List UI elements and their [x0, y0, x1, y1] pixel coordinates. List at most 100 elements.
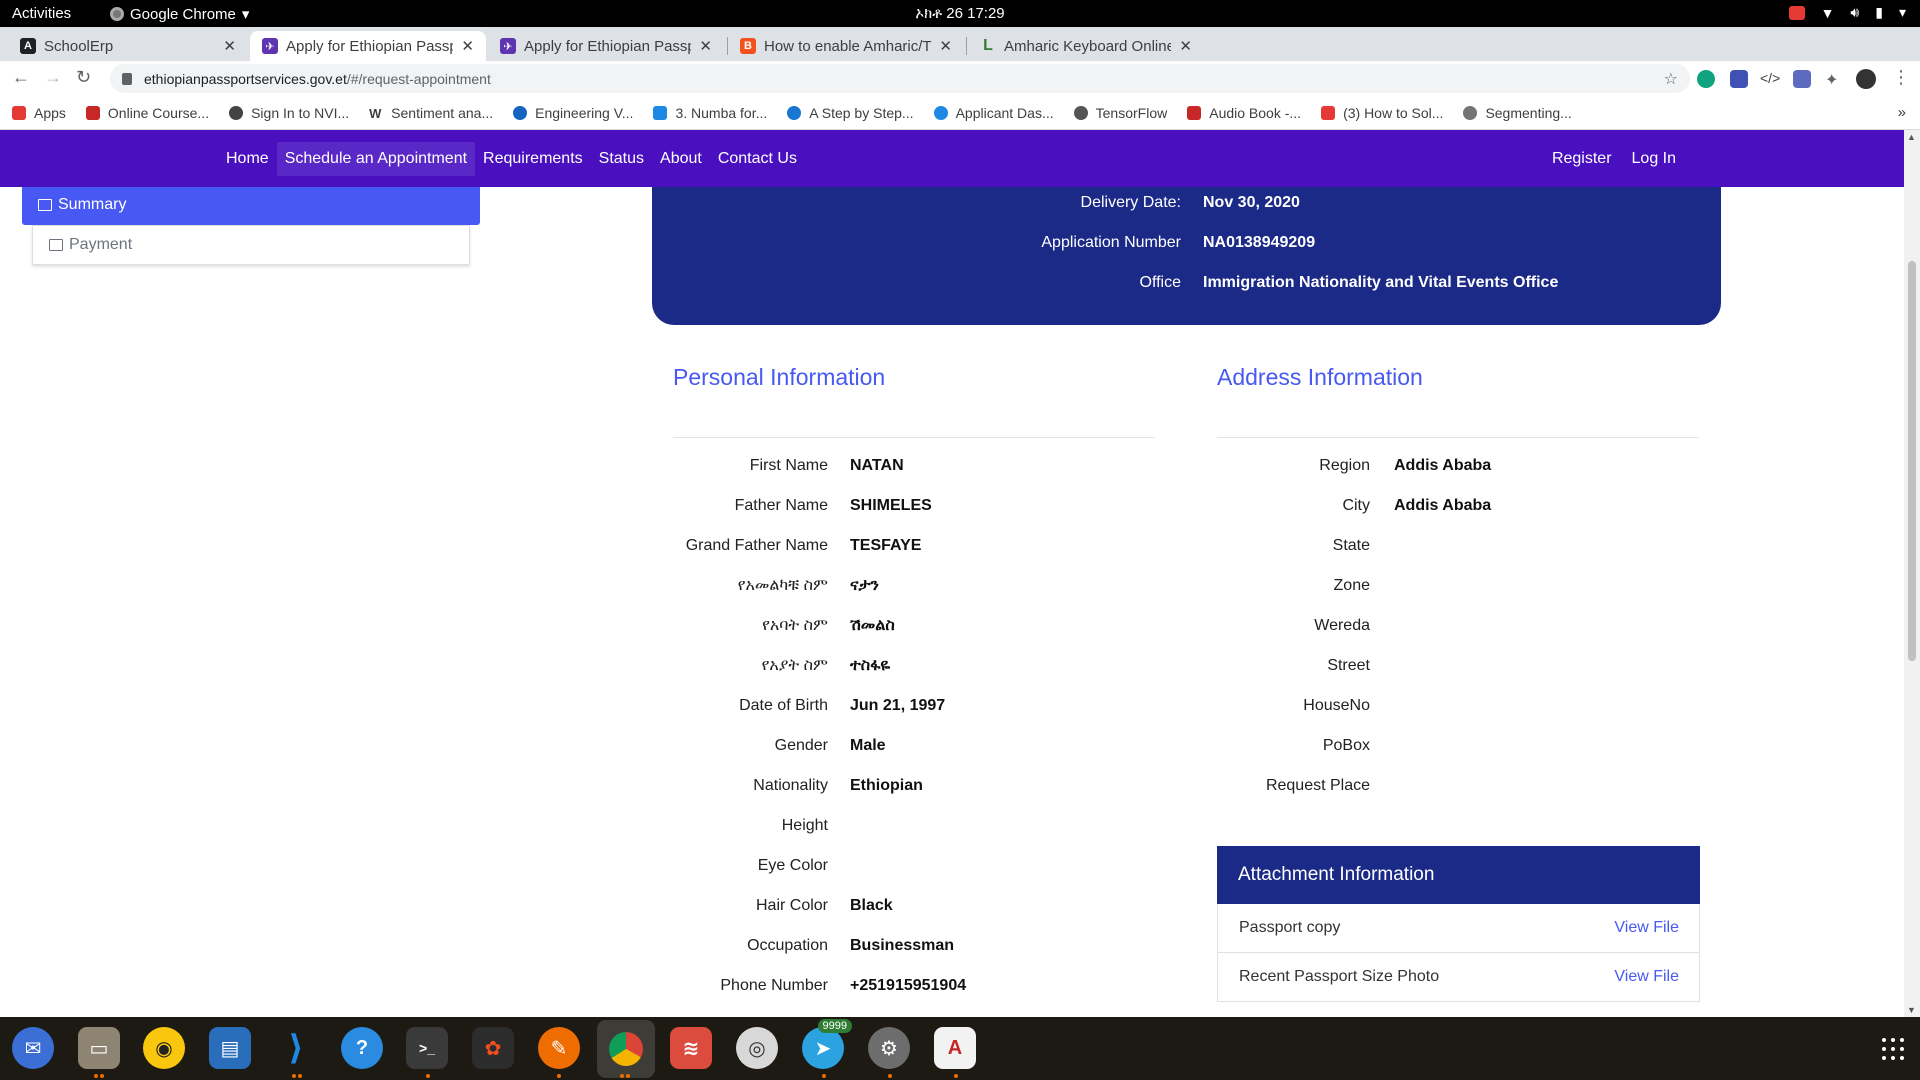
thunderbird-icon[interactable]: ✉	[12, 1027, 54, 1069]
vscode-icon[interactable]: ⟩	[275, 1027, 317, 1069]
youtube-icon	[1321, 105, 1336, 120]
bookmark-item[interactable]: A Step by Step...	[787, 105, 914, 121]
nav-contact-us[interactable]: Contact Us	[710, 142, 805, 176]
info-row: HouseNo	[0, 697, 1370, 719]
puzzle-icon[interactable]: ✦	[1825, 70, 1843, 89]
rhythmbox-icon[interactable]: ◉	[143, 1027, 185, 1069]
forward-icon[interactable]: →	[44, 67, 62, 88]
nav-home[interactable]: Home	[218, 142, 277, 176]
bookmark-label: Apps	[34, 104, 66, 121]
scroll-up-icon[interactable]: ▲	[1907, 132, 1916, 142]
writer-icon[interactable]: ▤	[209, 1027, 251, 1069]
bookmark-item[interactable]: Applicant Das...	[933, 105, 1054, 121]
todoist-icon[interactable]: ≋	[670, 1027, 712, 1069]
chrome-icon[interactable]	[597, 1020, 655, 1078]
font-viewer-icon[interactable]: A	[934, 1027, 976, 1069]
chrome-icon	[110, 7, 124, 21]
tab-passport[interactable]: ✈ Apply for Ethiopian Passp ✕	[488, 31, 724, 61]
close-icon[interactable]: ✕	[223, 37, 236, 55]
info-row: Street	[0, 657, 1370, 679]
running-indicator	[620, 1074, 624, 1078]
divider	[1217, 437, 1699, 438]
reload-icon[interactable]: ↻	[76, 67, 91, 88]
terminal-icon[interactable]: >_	[406, 1027, 448, 1069]
running-indicator	[292, 1074, 296, 1078]
bookmark-star-icon[interactable]: ☆	[1664, 69, 1678, 89]
delivery-date-value: Nov 30, 2020	[1203, 194, 1300, 211]
app-menu[interactable]: Google Chrome ▾	[110, 5, 249, 23]
nav-status[interactable]: Status	[591, 142, 652, 176]
view-file-link[interactable]: View File	[1614, 968, 1679, 986]
chevron-double-right-icon[interactable]: »	[1898, 104, 1906, 121]
register-link[interactable]: Register	[1552, 150, 1612, 168]
disks-icon[interactable]: ◎	[736, 1027, 778, 1069]
avatar[interactable]	[1856, 69, 1876, 89]
code-icon[interactable]: </>	[1760, 70, 1780, 88]
engineering-icon	[513, 105, 528, 120]
wikipedia-icon: W	[369, 105, 382, 121]
extension-box-icon[interactable]	[1793, 70, 1811, 88]
postman-icon[interactable]: ✎	[538, 1027, 580, 1069]
telegram-icon[interactable]: ➤ 9999	[802, 1019, 852, 1069]
bookmarks-bar: Apps Online Course... Sign In to NVI... …	[0, 96, 1920, 130]
url-path: /#/request-appointment	[346, 70, 491, 87]
nav-about[interactable]: About	[652, 142, 710, 176]
bookmark-item[interactable]: 3. Numba for...	[653, 105, 767, 121]
field-label: Street	[1327, 657, 1370, 674]
tab-amharic-howto[interactable]: B How to enable Amharic/T ✕	[728, 31, 964, 61]
tab-schoolerp[interactable]: A SchoolErp ✕	[8, 31, 248, 61]
steps-menu: Summary Payment	[22, 187, 480, 265]
bookmark-item[interactable]: Online Course...	[85, 104, 210, 121]
step-payment[interactable]: Payment	[32, 225, 470, 265]
help-icon[interactable]: ?	[341, 1027, 383, 1069]
menu-dots-icon[interactable]: ⋮	[1892, 67, 1910, 88]
system-tray[interactable]: ▼ 🔊︎ ▮ ▾	[1788, 4, 1906, 21]
extension-graduation-icon[interactable]	[1730, 70, 1748, 88]
page-scrollbar[interactable]: ▲ ▼	[1904, 130, 1920, 1017]
bookmark-item[interactable]: (3) How to Sol...	[1321, 105, 1443, 121]
nav-schedule-appointment[interactable]: Schedule an Appointment	[276, 142, 476, 176]
close-icon[interactable]: ✕	[939, 37, 952, 55]
back-icon[interactable]: ←	[12, 67, 30, 88]
close-icon[interactable]: ✕	[461, 37, 474, 55]
files-icon[interactable]: ▭	[78, 1027, 120, 1069]
activities-button[interactable]: Activities	[12, 5, 71, 22]
scroll-down-icon[interactable]: ▼	[1907, 1005, 1916, 1015]
tab-amharic-keyboard[interactable]: L Amharic Keyboard Online ✕	[968, 31, 1204, 61]
bookmark-apps[interactable]: Apps	[12, 105, 66, 121]
bookmark-label: Sentiment ana...	[391, 104, 494, 121]
bookmark-item[interactable]: Segmenting...	[1463, 105, 1572, 121]
bookmark-label: Online Course...	[107, 104, 210, 121]
scrollbar-thumb[interactable]	[1908, 261, 1916, 661]
globe-icon	[1073, 105, 1088, 120]
bookmark-item[interactable]: Engineering V...	[513, 105, 633, 121]
application-summary-banner: Delivery Date: Nov 30, 2020 Application …	[652, 187, 1721, 325]
close-icon[interactable]: ✕	[1179, 37, 1192, 55]
auth-links: Register Log In	[1552, 150, 1676, 168]
url-host: ethiopianpassportservices.gov.et	[144, 70, 347, 87]
screen-record-icon	[1788, 5, 1805, 20]
tab-passport-active[interactable]: ✈ Apply for Ethiopian Passp ✕	[250, 31, 486, 61]
close-icon[interactable]: ✕	[699, 37, 712, 55]
info-row: Zone	[0, 577, 1370, 599]
step-label: Payment	[69, 236, 133, 253]
wifi-icon: ▼	[1820, 4, 1835, 21]
passport-site-icon: ✈	[500, 38, 516, 54]
step-summary[interactable]: Summary	[22, 187, 480, 225]
figma-icon[interactable]: ✿	[472, 1027, 514, 1069]
view-file-link[interactable]: View File	[1614, 919, 1679, 937]
settings-icon[interactable]: ⚙	[868, 1027, 910, 1069]
grammarly-icon[interactable]	[1697, 70, 1715, 88]
bookmark-item[interactable]: Sign In to NVI...	[229, 105, 349, 121]
field-label: Wereda	[1314, 617, 1370, 634]
login-link[interactable]: Log In	[1632, 150, 1676, 168]
bookmark-item[interactable]: Audio Book -...	[1187, 105, 1301, 121]
bookmark-label: Audio Book -...	[1209, 104, 1302, 121]
show-apps-icon[interactable]	[1882, 1038, 1904, 1060]
office-value: Immigration Nationality and Vital Events…	[1203, 274, 1559, 291]
nav-requirements[interactable]: Requirements	[475, 142, 591, 176]
bookmark-item[interactable]: W Sentiment ana...	[369, 105, 493, 121]
bookmark-item[interactable]: TensorFlow	[1073, 105, 1167, 121]
caret-down-icon: ▾	[1898, 4, 1906, 20]
address-bar[interactable]: ethiopianpassportservices.gov.et/#/reque…	[110, 64, 1690, 93]
